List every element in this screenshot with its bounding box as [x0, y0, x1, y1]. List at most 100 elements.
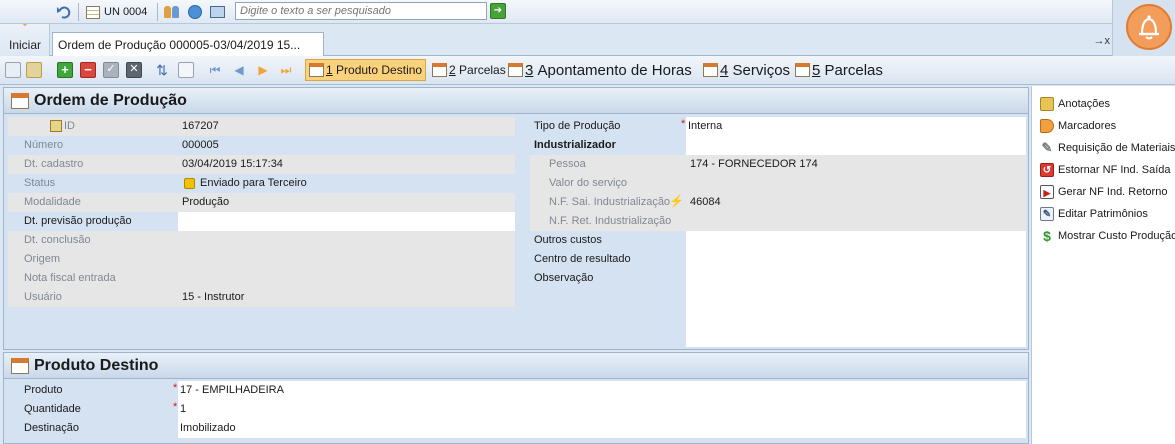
- top-toolbar: UN 0004 ➔: [0, 0, 1112, 24]
- field-label-numero: Número: [24, 139, 64, 151]
- field-label-destinacao: Destinação: [24, 422, 80, 434]
- new-record-icon[interactable]: [5, 62, 21, 78]
- undo-icon[interactable]: [56, 2, 72, 22]
- lock-icon[interactable]: [26, 62, 42, 78]
- field-row-valor-servico: Valor do serviço: [530, 174, 1026, 193]
- action-requisicao-materiais[interactable]: ✎ Requisição de Materiais: [1040, 139, 1175, 157]
- field-value-nota-fiscal: [180, 269, 182, 288]
- field-label-dt-cadastro: Dt. cadastro: [24, 158, 84, 170]
- action-anotacoes[interactable]: Anotações: [1040, 95, 1110, 113]
- field-row-outros-custos: Outros custos: [530, 231, 1026, 250]
- next-record-icon[interactable]: ▶: [256, 62, 270, 78]
- field-row-nota-fiscal: Nota fiscal entrada: [8, 269, 515, 288]
- centro-resultado-input[interactable]: [686, 250, 1026, 269]
- add-icon[interactable]: +: [57, 62, 73, 78]
- dt-previsao-input[interactable]: [178, 212, 515, 231]
- required-marker: *: [173, 401, 178, 413]
- users-icon[interactable]: [164, 2, 179, 22]
- field-row-dt-cadastro: Dt. cadastro 03/04/2019 15:17:34: [8, 155, 515, 174]
- field-label-id: ID: [64, 120, 75, 132]
- observacao-textarea[interactable]: [686, 269, 1026, 347]
- tipo-producao-select[interactable]: Interna: [686, 117, 1026, 136]
- action-label: Gerar NF Ind. Retorno: [1058, 186, 1168, 198]
- confirm-icon[interactable]: ✓: [103, 62, 119, 78]
- field-value-status: Enviado para Terceiro: [200, 177, 307, 189]
- tag-icon: [1040, 119, 1054, 133]
- field-label-dt-conclusao: Dt. conclusão: [24, 234, 91, 246]
- field-label-valor-servico: Valor do serviço: [549, 177, 628, 189]
- monitor-icon[interactable]: [210, 2, 225, 22]
- field-row-industrializador: Industrializador: [530, 136, 1026, 155]
- action-gerar-nf[interactable]: ▶ Gerar NF Ind. Retorno: [1040, 183, 1167, 201]
- search-input[interactable]: [235, 2, 487, 20]
- action-marcadores[interactable]: Marcadores: [1040, 117, 1116, 135]
- search-go-button[interactable]: ➔: [490, 3, 506, 19]
- field-row-pessoa: Pessoa 174 - FORNECEDOR 174: [530, 155, 1026, 174]
- wrench-icon: ✎: [1041, 140, 1053, 155]
- notifications-area: [1112, 0, 1175, 56]
- outros-custos-input[interactable]: [686, 231, 1026, 250]
- action-mostrar-custo[interactable]: $ Mostrar Custo Produção: [1040, 227, 1175, 245]
- required-marker: *: [173, 382, 178, 394]
- tab-label: Produto Destino: [336, 63, 423, 77]
- bell-icon: [1139, 15, 1159, 40]
- quantidade-input[interactable]: 1: [178, 400, 1026, 419]
- calendar-icon: [11, 93, 29, 109]
- remove-icon[interactable]: −: [80, 62, 96, 78]
- field-label-observacao: Observação: [534, 272, 594, 284]
- field-row-status: Status Enviado para Terceiro: [8, 174, 515, 193]
- produto-input[interactable]: 17 - EMPILHADEIRA: [178, 381, 1026, 400]
- field-value-nf-saida[interactable]: 46084: [688, 193, 721, 212]
- field-row-modalidade: Modalidade Produção: [8, 193, 515, 212]
- section-title: Produto Destino: [34, 357, 159, 374]
- refresh-icon[interactable]: ⇅: [155, 62, 169, 78]
- field-value-dt-conclusao: [180, 231, 182, 250]
- refresh-circle-icon[interactable]: [188, 2, 202, 22]
- tab-apontamento-horas[interactable]: 3 Apontamento de Horas: [505, 59, 695, 81]
- field-label-nf-retorno: N.F. Ret. Industrialização: [549, 215, 672, 227]
- field-label-dt-previsao: Dt. previsão produção: [24, 215, 132, 227]
- tab-num: 2: [449, 63, 456, 77]
- undo-red-icon: ↺: [1040, 163, 1054, 177]
- cancel-icon[interactable]: ✕: [126, 62, 142, 78]
- lightning-icon: ⚡: [669, 194, 684, 208]
- first-record-icon[interactable]: ⏮: [208, 62, 222, 78]
- preview-icon[interactable]: [178, 62, 194, 78]
- action-label: Marcadores: [1058, 120, 1117, 132]
- action-editar-patrimonios[interactable]: ✎ Editar Patrimônios: [1040, 205, 1148, 223]
- unit-selector[interactable]: UN 0004: [86, 2, 147, 22]
- tab-num: 5: [812, 61, 821, 79]
- field-value-dt-cadastro: 03/04/2019 15:17:34: [182, 158, 283, 170]
- field-value-modalidade[interactable]: Produção: [180, 193, 229, 212]
- tab-ordem-producao[interactable]: Ordem de Produção 000005-03/04/2019 15..…: [52, 32, 324, 56]
- field-value-numero[interactable]: 000005: [180, 136, 219, 155]
- document-tabs: Ordem de Produção 000005-03/04/2019 15..…: [50, 24, 1112, 56]
- field-label-tipo-producao: Tipo de Produção: [534, 120, 621, 132]
- last-record-icon[interactable]: ⏭: [279, 62, 293, 78]
- action-estornar-nf[interactable]: ↺ Estornar NF Ind. Saída: [1040, 161, 1171, 179]
- field-row-tipo-producao: Tipo de Produção * Interna: [530, 117, 1026, 136]
- tab-parcelas-2[interactable]: 5 Parcelas: [792, 59, 886, 81]
- previous-record-icon[interactable]: ◀: [232, 62, 246, 78]
- action-label: Mostrar Custo Produção: [1058, 230, 1175, 242]
- tab-produto-destino[interactable]: 1 Produto Destino: [305, 59, 427, 81]
- calendar-icon: [309, 63, 324, 77]
- tab-parcelas[interactable]: 2 Parcelas: [429, 59, 509, 81]
- field-label-origem: Origem: [24, 253, 61, 265]
- field-row-dt-conclusao: Dt. conclusão: [8, 231, 515, 250]
- tab-close-controls[interactable]: →x: [1094, 35, 1111, 47]
- field-value-id: 167207: [182, 120, 219, 132]
- notifications-button[interactable]: [1126, 4, 1172, 50]
- record-toolbar: + − ✓ ✕ ⇅ ⏮ ◀ ▶ ⏭ 1 Produto Destino 2 Pa…: [0, 56, 1175, 85]
- tab-servicos[interactable]: 4 Serviços: [700, 59, 793, 81]
- tab-label: Parcelas: [459, 63, 506, 77]
- field-row-produto: Produto * 17 - EMPILHADEIRA: [8, 381, 1026, 400]
- field-label-centro-resultado: Centro de resultado: [534, 253, 631, 265]
- calendar-icon: [795, 63, 810, 77]
- calendar-icon: [432, 63, 447, 77]
- produto-destino-header: Produto Destino: [4, 353, 1028, 379]
- destinacao-select[interactable]: Imobilizado: [178, 419, 1026, 438]
- field-row-dt-previsao: Dt. previsão produção: [8, 212, 515, 231]
- action-label: Requisição de Materiais: [1058, 142, 1175, 154]
- field-row-origem: Origem: [8, 250, 515, 269]
